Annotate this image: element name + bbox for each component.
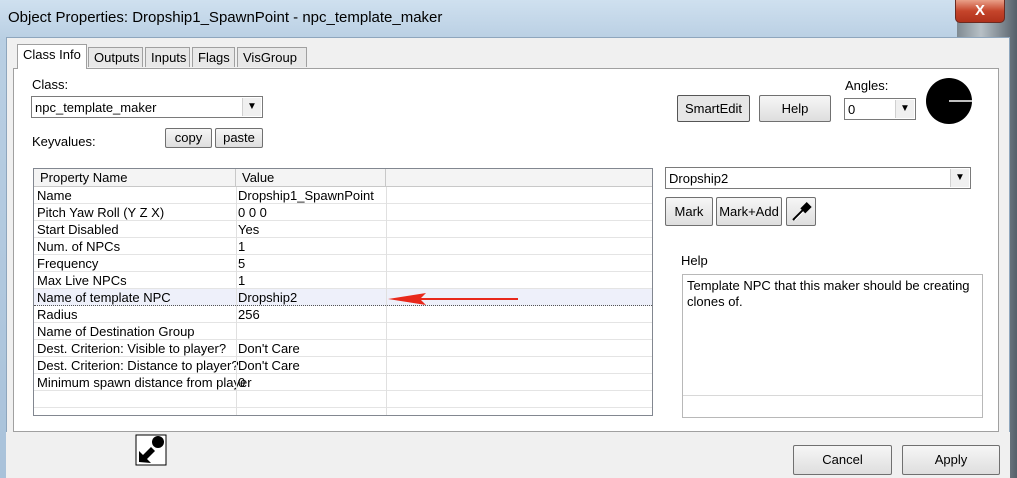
table-row[interactable]: Radius 256 (34, 306, 652, 323)
property-value-cell: Don't Care (238, 341, 300, 356)
property-name-cell: Name (37, 188, 72, 203)
property-value-cell: Yes (238, 222, 260, 237)
table-row[interactable]: Start Disabled Yes (34, 221, 652, 238)
value-select[interactable]: Dropship2 ▼ (665, 167, 971, 189)
mark-button[interactable]: Mark (665, 197, 713, 226)
table-row[interactable]: Frequency 5 (34, 255, 652, 272)
cancel-button[interactable]: Cancel (793, 445, 892, 475)
angles-select[interactable]: 0 ▼ (844, 98, 916, 120)
keyvalues-table[interactable]: Property Name Value Name Dropship1_SpawnP… (33, 168, 653, 416)
paste-button[interactable]: paste (215, 128, 263, 148)
angles-select-value: 0 (848, 102, 856, 117)
mark-add-button[interactable]: Mark+Add (716, 197, 782, 226)
chevron-down-icon[interactable]: ▼ (950, 169, 969, 187)
property-value-cell: Dropship1_SpawnPoint (238, 188, 374, 203)
annotation-arrow-icon (388, 293, 518, 305)
close-button[interactable]: X (955, 0, 1005, 23)
angles-label: Angles: (845, 78, 889, 93)
table-row[interactable]: Name of template NPC Dropship2 (34, 289, 652, 306)
divider (683, 395, 982, 396)
property-value-cell: 1 (238, 273, 246, 288)
keyvalues-label: Keyvalues: (32, 134, 96, 149)
property-value-cell: 0 0 0 (238, 205, 267, 220)
help-text: Template NPC that this maker should be c… (687, 278, 970, 309)
property-name-cell: Pitch Yaw Roll (Y Z X) (37, 205, 165, 220)
table-row[interactable]: Num. of NPCs 1 (34, 238, 652, 255)
table-row-empty (34, 391, 652, 408)
tab-visgroup[interactable]: VisGroup (237, 47, 307, 67)
column-header-value[interactable]: Value (236, 169, 386, 187)
property-name-cell: Dest. Criterion: Visible to player? (37, 341, 227, 356)
property-name-cell: Radius (37, 307, 78, 322)
property-value-cell: Don't Care (238, 358, 300, 373)
property-name-cell: Name of Destination Group (37, 324, 195, 339)
column-header-blank (386, 169, 652, 187)
column-divider (236, 187, 237, 415)
angle-dial[interactable] (923, 77, 975, 125)
help-button[interactable]: Help (759, 95, 831, 122)
table-row[interactable]: Name of Destination Group (34, 323, 652, 340)
value-select-value: Dropship2 (669, 171, 729, 186)
table-row[interactable]: Dest. Criterion: Distance to player? Don'… (34, 357, 652, 374)
property-name-cell: Num. of NPCs (37, 239, 121, 254)
property-value-cell: Dropship2 (238, 290, 298, 305)
property-value-cell: 5 (238, 256, 246, 271)
chevron-down-icon[interactable]: ▼ (242, 98, 261, 116)
entity-icon (135, 434, 167, 466)
property-value-cell: 256 (238, 307, 260, 322)
smartedit-toggle[interactable]: SmartEdit (677, 95, 750, 122)
class-label: Class: (32, 77, 69, 92)
help-section-label: Help (681, 253, 708, 268)
table-row[interactable]: Pitch Yaw Roll (Y Z X) 0 0 0 (34, 204, 652, 221)
property-name-cell: Minimum spawn distance from player (37, 375, 252, 390)
tab-inputs[interactable]: Inputs (145, 47, 190, 67)
help-textbox: Template NPC that this maker should be c… (682, 274, 983, 418)
table-row[interactable]: Max Live NPCs 1 (34, 272, 652, 289)
eyedropper-button[interactable] (786, 197, 816, 226)
class-select-value: npc_template_maker (35, 100, 157, 115)
tab-outputs[interactable]: Outputs (88, 47, 143, 67)
table-row[interactable]: Minimum spawn distance from player 0 (34, 374, 652, 391)
copy-button[interactable]: copy (165, 128, 212, 148)
property-name-cell: Name of template NPC (37, 290, 171, 305)
tab-class-info[interactable]: Class Info (17, 44, 87, 69)
column-header-property[interactable]: Property Name (34, 169, 236, 187)
property-name-cell: Frequency (37, 256, 99, 271)
table-row[interactable]: Dest. Criterion: Visible to player? Don't… (34, 340, 652, 357)
property-name-cell: Max Live NPCs (37, 273, 127, 288)
window-title: Object Properties: Dropship1_SpawnPoint … (8, 9, 443, 26)
class-select[interactable]: npc_template_maker ▼ (31, 96, 263, 118)
property-value-cell: 0 (238, 375, 246, 390)
apply-button[interactable]: Apply (902, 445, 1000, 475)
property-value-cell: 1 (238, 239, 246, 254)
table-row[interactable]: Name Dropship1_SpawnPoint (34, 187, 652, 204)
property-name-cell: Start Disabled (37, 222, 119, 237)
property-name-cell: Dest. Criterion: Distance to player? (37, 358, 239, 373)
tab-flags[interactable]: Flags (192, 47, 235, 67)
eyedropper-icon (792, 202, 812, 221)
chevron-down-icon[interactable]: ▼ (895, 100, 914, 118)
